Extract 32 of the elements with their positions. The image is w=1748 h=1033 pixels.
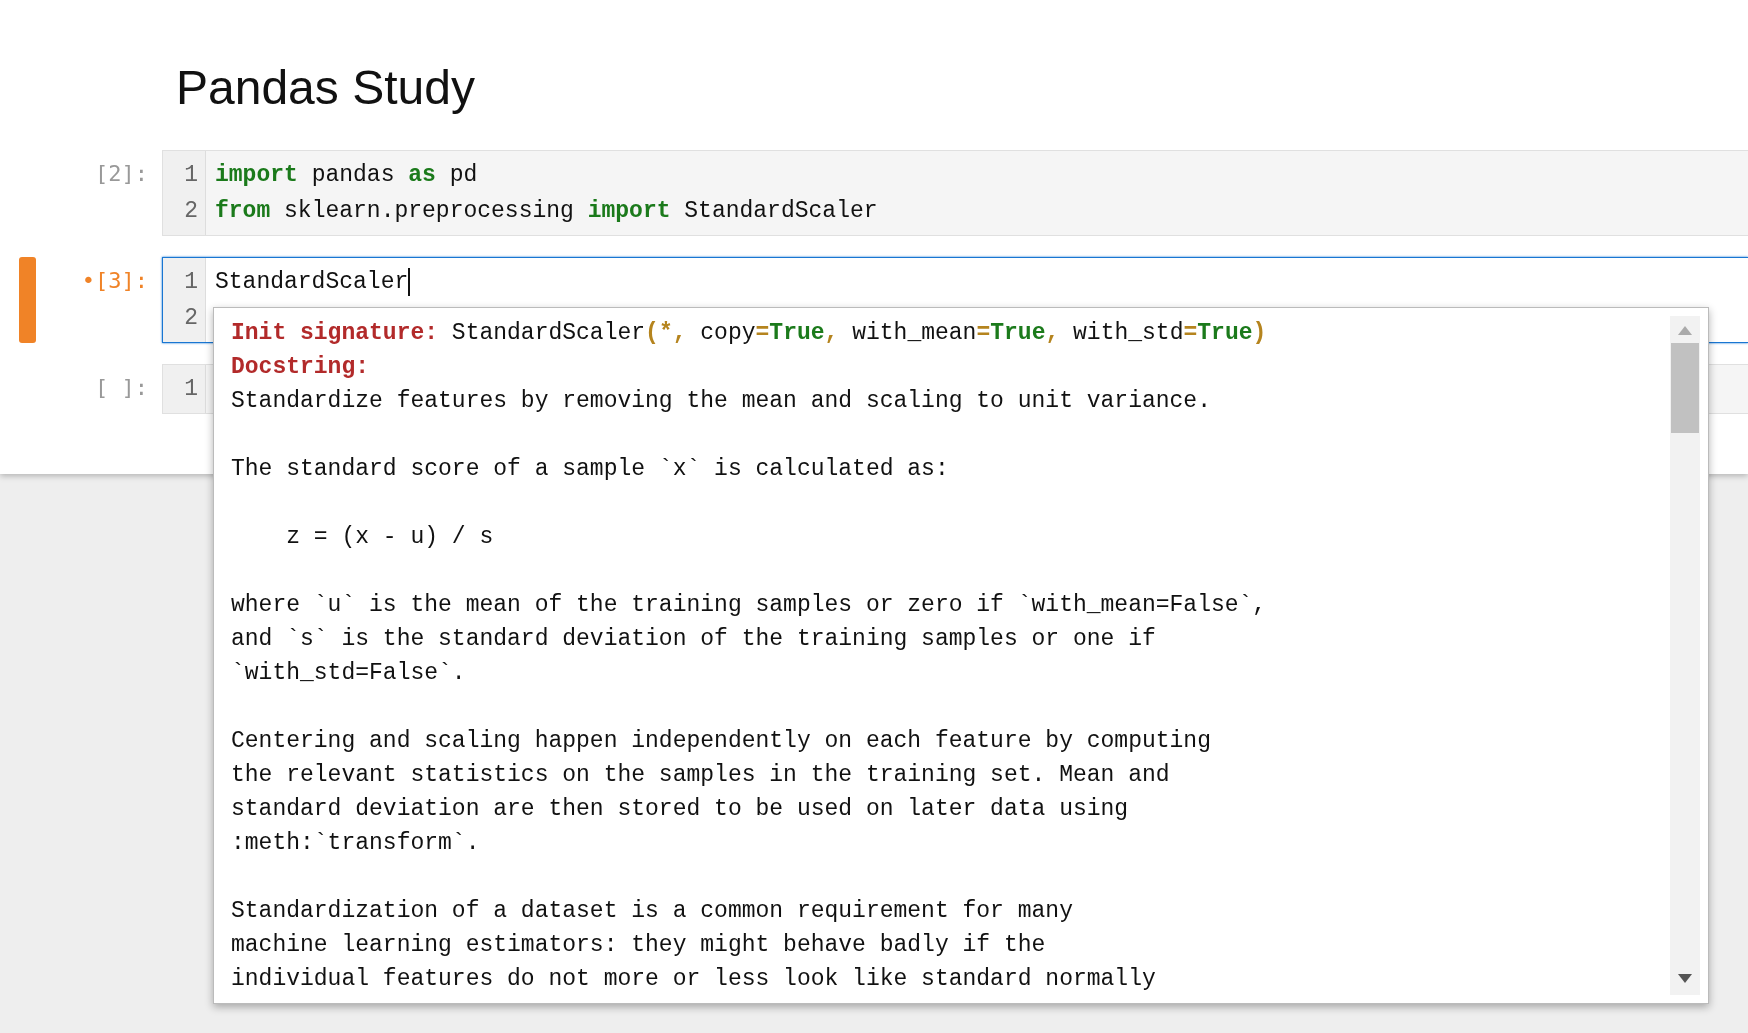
docstring-line: :meth:`transform`. <box>231 830 480 856</box>
line-number: 2 <box>183 304 199 333</box>
docstring-line: standard deviation are then stored to be used on later data using <box>231 796 1129 822</box>
docstring-line: where `u` is the mean of the training samples or zero if `with_mean=False`, <box>231 592 1267 618</box>
scrollbar-thumb[interactable] <box>1671 343 1699 433</box>
line-number: 2 <box>183 197 199 226</box>
text-cursor <box>408 268 411 296</box>
docstring-line: machine learning estimators: they might behave badly if the <box>231 932 1046 958</box>
cell-prompt: •[3]: <box>80 267 149 295</box>
docstring-line: individual features do not more or less look like standard normally <box>231 966 1156 992</box>
docstring-line: The standard score of a sample `x` is calculated as: <box>231 456 949 482</box>
code-line: StandardScaler <box>215 268 409 297</box>
docstring-line: and `s` is the standard deviation of the training samples or one if <box>231 626 1156 652</box>
code-cell[interactable]: 1 2 import pandas as pd from sklearn.preprocessing import StandardScaler <box>162 150 1748 236</box>
code-line: from sklearn.preprocessing import StandardScaler <box>215 197 878 226</box>
docstring-label: Docstring: <box>231 354 370 380</box>
scrollbar[interactable] <box>1670 316 1700 995</box>
line-number: 1 <box>183 268 199 297</box>
cell-prompt: [2]: <box>94 160 149 188</box>
line-number: 1 <box>183 375 199 404</box>
docstring-line: `with_std=False`. <box>231 660 466 686</box>
docstring-line: the relevant statistics on the samples in the training set. Mean and <box>231 762 1170 788</box>
docstring-line: Standardize features by removing the mean and scaling to unit variance. <box>231 388 1211 414</box>
line-number: 1 <box>183 161 199 190</box>
code-line: import pandas as pd <box>215 161 478 190</box>
docstring-line: Standardization of a dataset is a common requirement for many <box>231 898 1073 924</box>
cell-prompt: [ ]: <box>94 374 149 402</box>
notebook-title: Pandas Study <box>176 60 476 116</box>
docstring-line: Centering and scaling happen independently on each feature by computing <box>231 728 1211 754</box>
scroll-up-icon[interactable] <box>1678 326 1692 335</box>
docstring-line: z = (x - u) / s <box>285 524 494 550</box>
scroll-down-icon[interactable] <box>1678 974 1692 983</box>
